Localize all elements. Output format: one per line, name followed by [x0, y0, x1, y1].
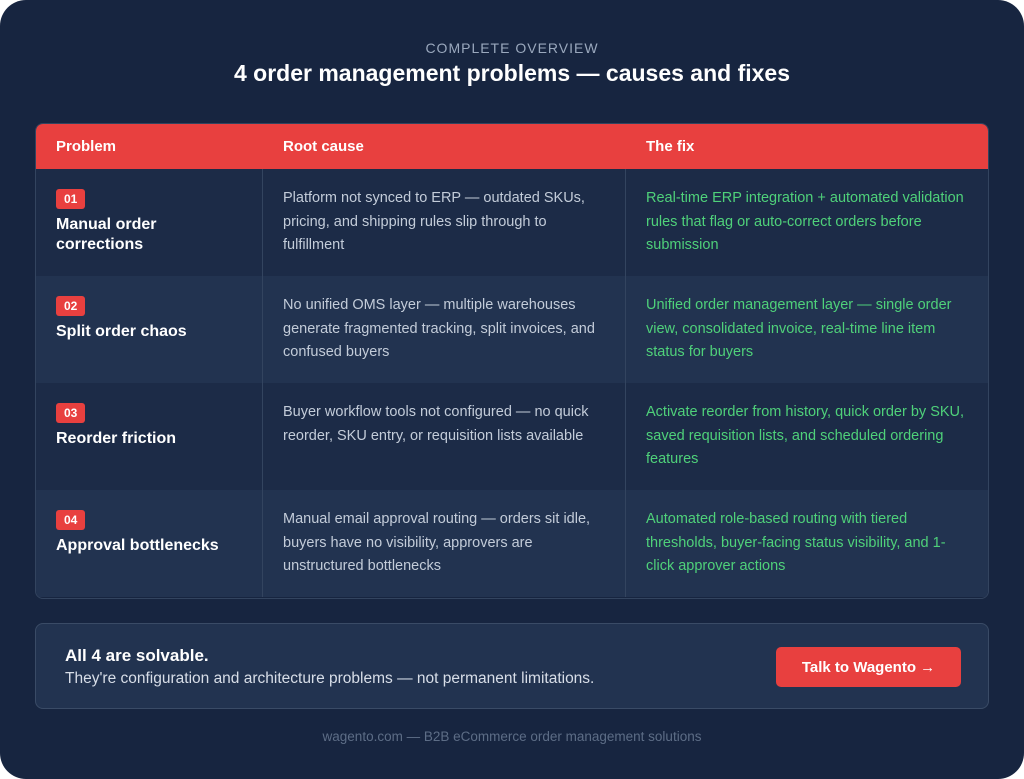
problem-number-badge: 02 — [56, 296, 86, 316]
fix-cell: Automated role-based routing with tiered… — [626, 490, 988, 597]
problem-number-badge: 01 — [56, 189, 86, 209]
root-cause-text: No unified OMS layer — multiple warehous… — [283, 297, 595, 360]
footer-text: wagento.com — B2B eCommerce order manage… — [322, 729, 702, 744]
table-header: Problem Root cause The fix — [36, 124, 988, 169]
problem-cell: 02 Split order chaos — [36, 276, 263, 383]
cta-panel: All 4 are solvable. They're configuratio… — [35, 623, 989, 709]
column-header-problem: Problem — [56, 138, 117, 155]
page-title: 4 order management problems — causes and… — [233, 60, 791, 86]
talk-to-wagento-button[interactable]: Talk to Wagento → — [776, 647, 961, 687]
problem-cell: 01 Manual order corrections — [36, 169, 263, 276]
eyebrow-label: COMPLETE OVERVIEW — [425, 40, 599, 56]
problem-name: Approval bottlenecks — [56, 537, 219, 554]
problem-name: Manual order corrections — [56, 216, 157, 253]
table-row: 03 Reorder friction Buyer workflow tools… — [36, 383, 988, 490]
root-cause-cell: Manual email approval routing — orders s… — [263, 490, 626, 597]
table-row: 04 Approval bottlenecks Manual email app… — [36, 490, 988, 597]
table-row: 02 Split order chaos No unified OMS laye… — [36, 276, 988, 383]
root-cause-cell: No unified OMS layer — multiple warehous… — [263, 276, 626, 383]
fix-cell: Real-time ERP integration + automated va… — [626, 169, 988, 276]
root-cause-text: Buyer workflow tools not configured — no… — [283, 404, 589, 444]
root-cause-text: Manual email approval routing — orders s… — [283, 511, 591, 574]
fix-text: Unified order management layer — single … — [646, 297, 952, 360]
problem-number-badge: 04 — [56, 510, 86, 530]
problems-table: Problem Root cause The fix 01 Manual ord… — [35, 123, 989, 599]
root-cause-cell: Buyer workflow tools not configured — no… — [263, 383, 626, 490]
column-header-root-cause: Root cause — [283, 138, 364, 155]
cta-heading: All 4 are solvable. — [65, 646, 209, 665]
fix-cell: Activate reorder from history, quick ord… — [626, 383, 988, 490]
root-cause-cell: Platform not synced to ERP — outdated SK… — [263, 169, 626, 276]
problem-name: Reorder friction — [56, 430, 177, 447]
fix-text: Activate reorder from history, quick ord… — [646, 404, 965, 467]
problem-cell: 03 Reorder friction — [36, 383, 263, 490]
column-header-fix: The fix — [646, 138, 695, 155]
problem-cell: 04 Approval bottlenecks — [36, 490, 263, 597]
problem-name: Split order chaos — [56, 323, 187, 340]
fix-text: Real-time ERP integration + automated va… — [646, 190, 964, 253]
overview-card: COMPLETE OVERVIEW 4 order management pro… — [0, 0, 1024, 779]
table-row: 01 Manual order corrections Platform not… — [36, 169, 988, 276]
root-cause-text: Platform not synced to ERP — outdated SK… — [283, 190, 585, 253]
problem-number-badge: 03 — [56, 403, 86, 423]
fix-cell: Unified order management layer — single … — [626, 276, 988, 383]
fix-text: Automated role-based routing with tiered… — [646, 511, 946, 574]
cta-subtext: They're configuration and architecture p… — [65, 670, 595, 687]
